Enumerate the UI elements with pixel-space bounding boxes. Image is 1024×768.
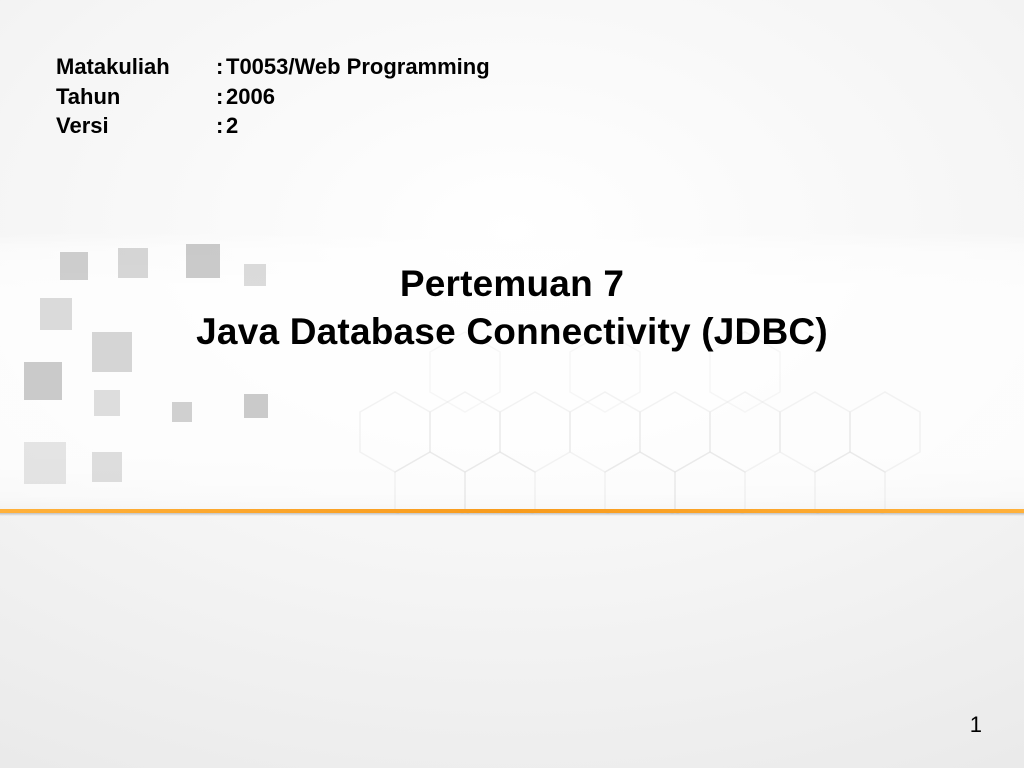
meta-label: Versi xyxy=(56,111,216,141)
course-metadata: Matakuliah : T0053/Web Programming Tahun… xyxy=(56,52,490,141)
title-line-2: Java Database Connectivity (JDBC) xyxy=(196,311,828,352)
slide-title: Pertemuan 7 Java Database Connectivity (… xyxy=(0,260,1024,356)
title-line-1: Pertemuan 7 xyxy=(400,263,624,304)
page-number: 1 xyxy=(970,712,982,738)
meta-colon: : xyxy=(216,52,226,82)
meta-row: Tahun : 2006 xyxy=(56,82,490,112)
meta-row: Versi : 2 xyxy=(56,111,490,141)
meta-value: 2006 xyxy=(226,82,275,112)
meta-value: 2 xyxy=(226,111,238,141)
meta-label: Matakuliah xyxy=(56,52,216,82)
meta-colon: : xyxy=(216,82,226,112)
orange-divider xyxy=(0,509,1024,516)
meta-row: Matakuliah : T0053/Web Programming xyxy=(56,52,490,82)
meta-value: T0053/Web Programming xyxy=(226,52,490,82)
meta-colon: : xyxy=(216,111,226,141)
meta-label: Tahun xyxy=(56,82,216,112)
